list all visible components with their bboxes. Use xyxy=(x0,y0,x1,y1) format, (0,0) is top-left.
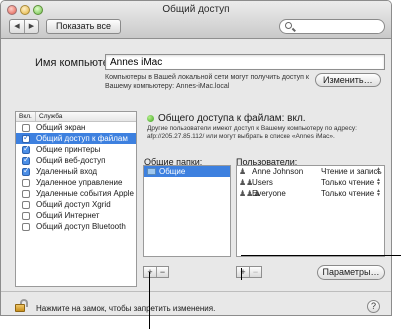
service-row[interactable]: Удаленное управление xyxy=(16,177,136,188)
help-button[interactable]: ? xyxy=(367,300,380,313)
service-label: Удаленные события Apple xyxy=(36,189,134,198)
callout-line-users-horizontal xyxy=(241,255,401,256)
service-checkbox[interactable] xyxy=(22,222,30,231)
service-label: Удаленный вход xyxy=(36,167,98,176)
service-label: Общий доступ к файлам xyxy=(36,134,128,143)
everyone-icon: ♟♟♟ xyxy=(239,188,261,198)
service-row[interactable]: Общий Интернет xyxy=(16,210,136,221)
user-row[interactable]: ♟♟♟ Everyone Только чтение ▲ ▼ xyxy=(237,188,384,199)
service-row[interactable]: Общий доступ к файлам xyxy=(16,133,136,144)
service-row[interactable]: Общий доступ Xgrid xyxy=(16,199,136,210)
status-indicator-icon xyxy=(147,115,154,122)
service-row[interactable]: Удаленные события Apple xyxy=(16,188,136,199)
window-title: Общий доступ xyxy=(162,4,230,15)
service-checkbox[interactable] xyxy=(22,155,30,165)
show-all-button[interactable]: Показать все xyxy=(46,19,121,34)
user-name: Everyone xyxy=(252,189,286,198)
search-field[interactable] xyxy=(279,19,385,34)
service-checkbox[interactable] xyxy=(22,144,30,154)
single-user-icon: ♟ xyxy=(239,166,247,176)
service-label: Общий веб-доступ xyxy=(36,156,106,165)
users-add-remove: + − xyxy=(236,266,262,278)
computer-name-input[interactable] xyxy=(105,54,385,70)
remove-folder-button[interactable]: − xyxy=(156,267,168,277)
remove-user-button[interactable]: − xyxy=(249,267,261,277)
permission-popup[interactable]: Только чтение xyxy=(318,178,384,187)
options-button[interactable]: Параметры… xyxy=(317,265,385,280)
service-checkbox[interactable] xyxy=(22,189,30,198)
add-user-button[interactable]: + xyxy=(237,267,249,277)
user-name: Anne Johnson xyxy=(252,167,304,176)
service-row[interactable]: Общий экран xyxy=(16,122,136,133)
service-row[interactable]: Общий веб-доступ xyxy=(16,155,136,166)
user-row[interactable]: ♟♟ Users Только чтение ▲ ▼ xyxy=(237,177,384,188)
shared-folders-list: Общие xyxy=(143,165,231,257)
column-service-header[interactable]: Служба xyxy=(36,112,62,121)
lock-text: Нажмите на замок, чтобы запретить измене… xyxy=(36,304,216,313)
service-checkbox[interactable] xyxy=(22,166,30,176)
column-on-header[interactable]: Вкл. xyxy=(16,112,36,121)
services-list-header: Вкл. Служба xyxy=(16,112,136,122)
service-label: Общий доступ Bluetooth xyxy=(36,222,126,231)
service-row[interactable]: Общий доступ Bluetooth xyxy=(16,221,136,232)
updown-arrows-icon: ▲ ▼ xyxy=(376,166,381,176)
back-forward-control: ◀ ▶ xyxy=(9,19,39,34)
users-list: ♟ Anne Johnson Чтение и запись ▲ ▼ ♟♟ Users Тол… xyxy=(236,165,385,257)
bottom-separator xyxy=(1,291,391,292)
service-checkbox[interactable] xyxy=(22,133,30,143)
service-label: Удаленное управление xyxy=(36,178,123,187)
edit-name-button[interactable]: Изменить… xyxy=(315,73,381,87)
service-label: Общий экран xyxy=(36,123,86,132)
permission-popup[interactable]: Только чтение xyxy=(318,189,384,198)
service-checkbox[interactable] xyxy=(22,211,30,220)
forward-arrow-icon[interactable]: ▶ xyxy=(24,20,38,33)
status-text: Общего доступа к файлам: вкл. xyxy=(158,113,306,124)
folder-icon xyxy=(147,168,156,175)
updown-arrows-icon: ▲ ▼ xyxy=(376,188,381,198)
sharing-description: Другие пользователи имеют доступ к Вашем… xyxy=(147,125,357,140)
back-arrow-icon[interactable]: ◀ xyxy=(10,20,24,33)
service-row[interactable]: Удаленный вход xyxy=(16,166,136,177)
service-label: Общий Интернет xyxy=(36,211,100,220)
service-label: Общий доступ Xgrid xyxy=(36,200,111,209)
shared-folder-name: Общие xyxy=(159,167,186,176)
callout-line-folders-add xyxy=(149,272,150,329)
preferences-window: Общий доступ ◀ ▶ Показать все Имя компью… xyxy=(0,0,392,316)
permission-popup[interactable]: Чтение и запись xyxy=(318,167,384,176)
services-list: Вкл. Служба Общий экран Общий доступ к фа… xyxy=(15,111,137,287)
folders-add-remove: + − xyxy=(143,266,169,278)
service-checkbox[interactable] xyxy=(22,200,30,209)
user-row[interactable]: ♟ Anne Johnson Чтение и запись ▲ ▼ xyxy=(237,166,384,177)
user-name: Users xyxy=(252,178,273,187)
search-icon xyxy=(285,22,292,29)
service-checkbox[interactable] xyxy=(22,123,30,132)
group-icon: ♟♟ xyxy=(239,177,254,187)
service-checkbox[interactable] xyxy=(22,178,30,187)
add-folder-button[interactable]: + xyxy=(144,267,156,277)
lock-icon[interactable] xyxy=(15,299,29,313)
service-label: Общие принтеры xyxy=(36,145,101,154)
title-bar: Общий доступ ◀ ▶ Показать все xyxy=(1,1,391,39)
callout-line-users-add xyxy=(241,268,242,280)
shared-folder-row[interactable]: Общие xyxy=(144,166,230,177)
updown-arrows-icon: ▲ ▼ xyxy=(376,177,381,187)
service-row[interactable]: Общие принтеры xyxy=(16,144,136,155)
computer-name-hint: Компьютеры в Вашей локальной сети могут … xyxy=(105,74,309,90)
file-sharing-status: Общего доступа к файлам: вкл. xyxy=(147,113,306,124)
